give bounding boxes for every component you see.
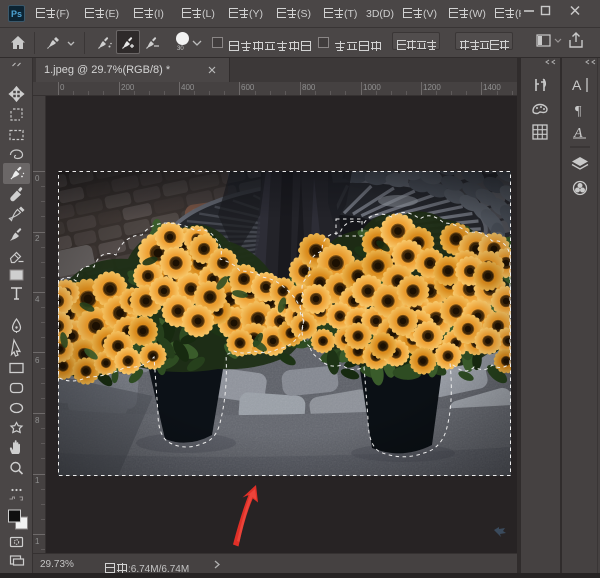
svg-text:A: A <box>572 77 582 93</box>
svg-text:¶: ¶ <box>575 104 582 119</box>
svg-text:A: A <box>573 126 583 141</box>
